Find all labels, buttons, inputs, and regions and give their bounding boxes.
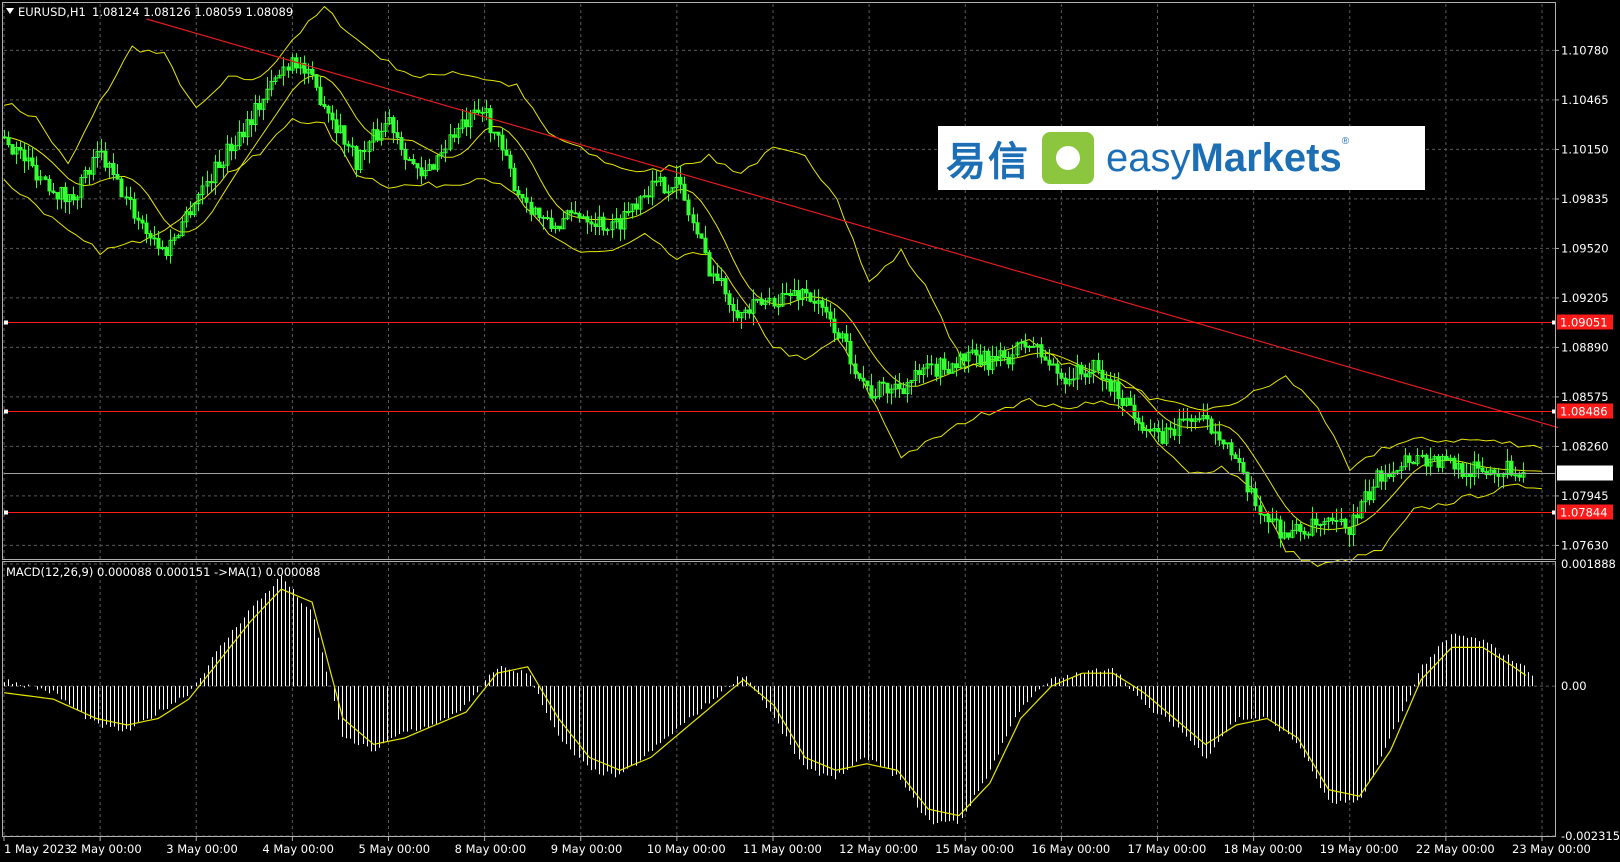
time-tick-label: 12 May 00:00 <box>839 842 918 856</box>
level-anchor[interactable] <box>4 510 8 515</box>
macd-tick-label: -0.002315 <box>1561 829 1620 843</box>
candle[interactable] <box>1375 468 1380 488</box>
time-tick-label: 22 May 00:00 <box>1416 842 1495 856</box>
candle[interactable] <box>808 291 813 303</box>
level-anchor[interactable] <box>4 409 8 414</box>
logo-english-text: easyMarkets® <box>1106 135 1350 180</box>
level-anchor[interactable] <box>4 320 8 325</box>
time-tick-label: 15 May 00:00 <box>935 842 1014 856</box>
price-tick-label: 1.07630 <box>1561 538 1609 552</box>
price-tick-label: 1.10465 <box>1561 93 1609 107</box>
time-tick-label: 2 May 00:00 <box>70 842 142 856</box>
candle[interactable] <box>435 154 440 172</box>
price-tick-label: 1.09520 <box>1561 241 1609 255</box>
time-tick-label: 1 May 2023 <box>4 842 72 856</box>
candle[interactable] <box>119 176 124 198</box>
time-tick-label: 8 May 00:00 <box>455 842 527 856</box>
level-price-tag: 1.07844 <box>1557 504 1613 520</box>
candle[interactable] <box>565 209 570 221</box>
level-price-tag: 1.08089 <box>1557 465 1613 481</box>
candle[interactable] <box>670 187 675 193</box>
level-price-label: 1.08089 <box>1560 467 1608 481</box>
candle[interactable] <box>1460 462 1465 479</box>
logo-chinese-text: 易信 <box>946 139 1030 185</box>
time-tick-label: 17 May 00:00 <box>1128 842 1207 856</box>
ohlc-values: 1.08124 1.08126 1.08059 1.08089 <box>92 5 293 19</box>
level-price-label: 1.08486 <box>1560 405 1608 419</box>
price-tick-label: 1.10150 <box>1561 142 1609 156</box>
macd-tick-label: 0.00 <box>1561 679 1587 693</box>
price-tick-label: 1.08260 <box>1561 439 1609 453</box>
candle[interactable] <box>707 249 712 277</box>
candle[interactable] <box>10 144 15 156</box>
level-price-label: 1.07844 <box>1560 506 1608 520</box>
time-tick-label: 10 May 00:00 <box>647 842 726 856</box>
time-tick-label: 19 May 00:00 <box>1320 842 1399 856</box>
candle[interactable] <box>958 351 963 369</box>
time-tick-label: 11 May 00:00 <box>743 842 822 856</box>
price-tick-label: 1.08575 <box>1561 390 1609 404</box>
candle[interactable] <box>1359 499 1364 520</box>
candle[interactable] <box>877 380 882 400</box>
candle[interactable] <box>662 176 667 195</box>
price-tick-label: 1.09835 <box>1561 192 1609 206</box>
price-tick-label: 1.10780 <box>1561 43 1609 57</box>
candle[interactable] <box>358 149 363 174</box>
time-tick-label: 9 May 00:00 <box>551 842 623 856</box>
macd-tick-label: 0.001888 <box>1561 557 1616 571</box>
easymarkets-logo: 易信 easyMarkets® <box>938 126 1425 190</box>
time-tick-label: 23 May 00:00 <box>1512 842 1591 856</box>
candle[interactable] <box>1124 397 1129 408</box>
price-tick-label: 1.09205 <box>1561 291 1609 305</box>
time-tick-label: 16 May 00:00 <box>1031 842 1110 856</box>
candle[interactable] <box>699 233 704 239</box>
candle[interactable] <box>1209 416 1214 435</box>
level-price-tag: 1.09051 <box>1557 314 1613 330</box>
candle[interactable] <box>950 362 955 374</box>
symbol-label: EURUSD,H1 <box>18 5 86 19</box>
price-tick-label: 1.08890 <box>1561 340 1609 354</box>
level-price-label: 1.09051 <box>1560 316 1608 330</box>
candle[interactable] <box>533 206 538 216</box>
macd-label: MACD(12,26,9) 0.000088 0.000151 ->MA(1) … <box>6 565 320 579</box>
time-tick-label: 5 May 00:00 <box>359 842 431 856</box>
time-tick-label: 18 May 00:00 <box>1224 842 1303 856</box>
candle[interactable] <box>192 202 197 218</box>
price-tick-label: 1.07945 <box>1561 489 1609 503</box>
time-tick-label: 4 May 00:00 <box>262 842 334 856</box>
level-price-tag: 1.08486 <box>1557 403 1613 419</box>
candle[interactable] <box>431 163 436 170</box>
logo-square-icon <box>1042 132 1094 184</box>
time-tick-label: 3 May 00:00 <box>166 842 238 856</box>
